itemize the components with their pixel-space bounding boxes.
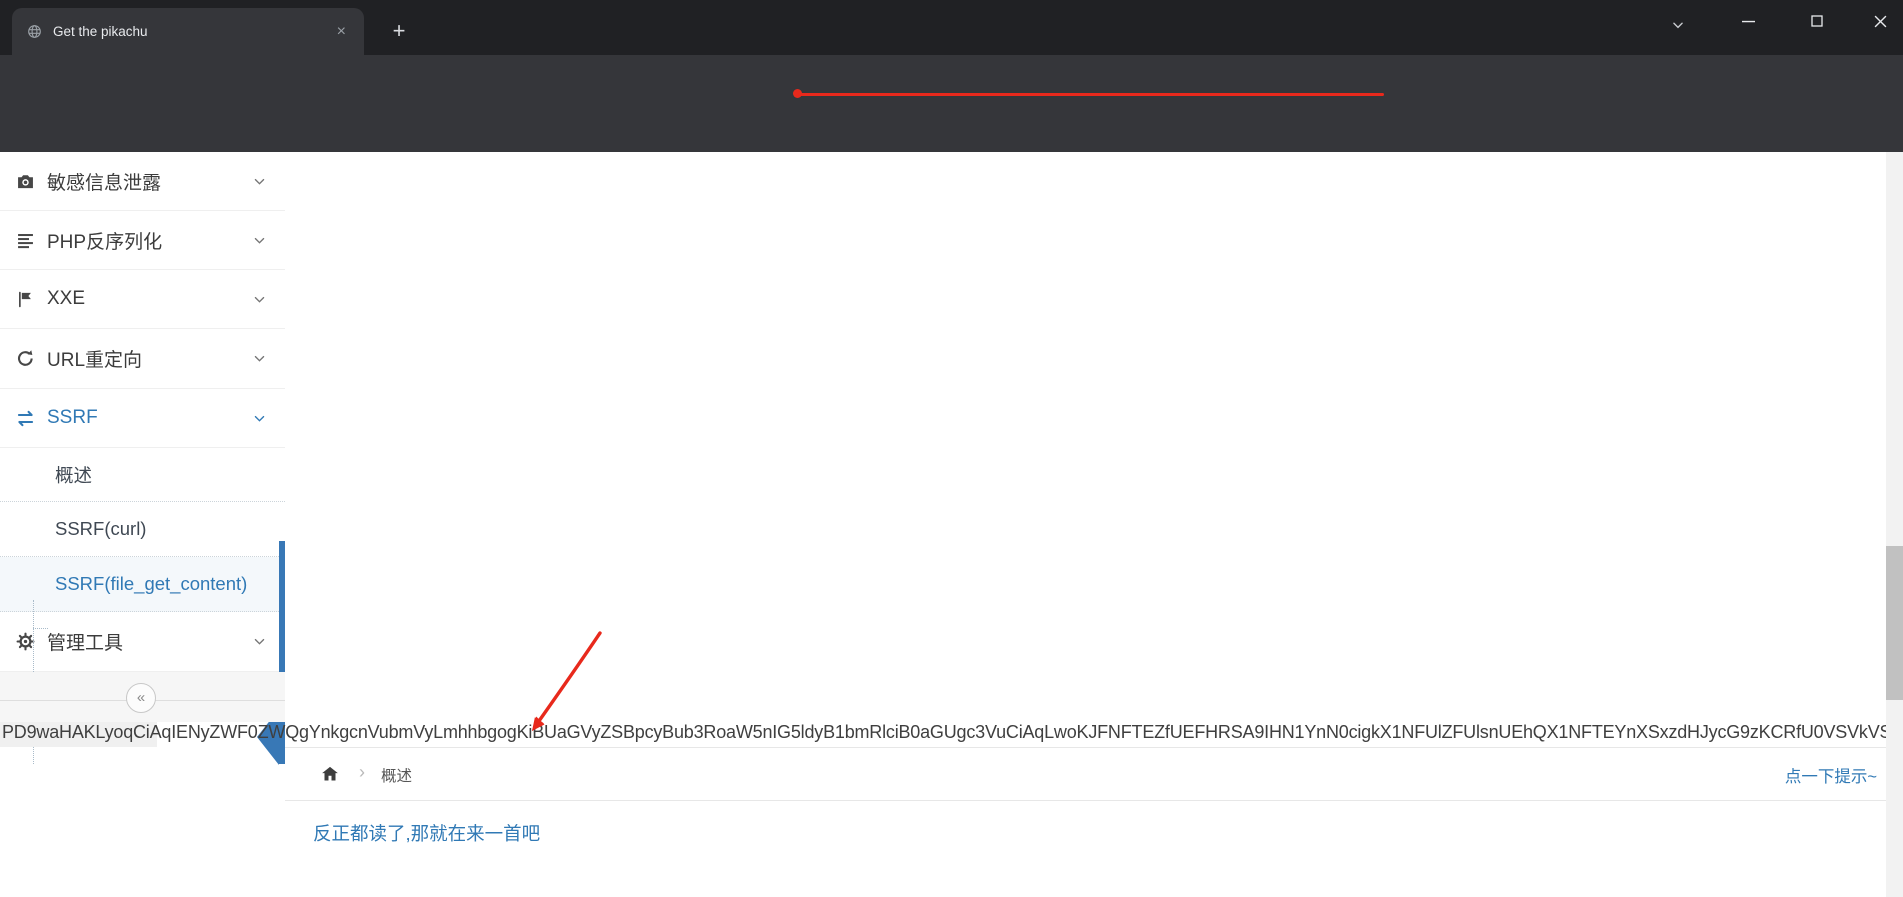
- sidebar-item-label: PHP反序列化: [47, 231, 163, 253]
- window-minimize-button[interactable]: [1725, 0, 1771, 42]
- tab-close-icon[interactable]: ×: [329, 23, 354, 41]
- sidebar-item-ssrf[interactable]: SSRF: [0, 389, 285, 448]
- tab-search-chevron-icon[interactable]: [1658, 8, 1698, 42]
- sidebar-item-admin-tools[interactable]: 管理工具: [0, 612, 285, 672]
- sidebar-item-label: 管理工具: [47, 633, 124, 654]
- flag-icon: [15, 289, 36, 310]
- chevron-down-icon: [252, 351, 267, 366]
- sidebar-item-xxe[interactable]: XXE: [0, 270, 285, 329]
- chevron-down-icon: [252, 411, 267, 426]
- camera-icon: [15, 171, 36, 192]
- sidebar-item-php-deserialize[interactable]: PHP反序列化: [0, 211, 285, 270]
- browser-tab[interactable]: Get the pikachu ×: [12, 8, 364, 55]
- sidebar-menu: 敏感信息泄露 PHP反序列化 XXE URL重定向 SSRF 概述 SSRF(c…: [0, 152, 285, 672]
- hint-link[interactable]: 点一下提示~: [1785, 763, 1877, 787]
- submenu-item-ssrf-curl[interactable]: SSRF(curl): [0, 502, 285, 557]
- sidebar-item-info-leak[interactable]: 敏感信息泄露: [0, 152, 285, 211]
- submenu-item-label: SSRF(file_get_content): [55, 573, 248, 594]
- submenu-item-overview[interactable]: 概述: [0, 448, 285, 502]
- sidebar-item-label: XXE: [47, 288, 86, 309]
- scrollbar-track[interactable]: [1886, 152, 1903, 897]
- browser-toolbar: 不安全 | 192.168.23.128/pikachu/vul/ssrf/ss…: [0, 55, 1903, 154]
- base64-output-text: PD9waHAKLyoqCiAqIENyZWF0ZWQgYnkgcnVubmVy…: [2, 722, 1903, 742]
- window-close-button[interactable]: [1857, 0, 1903, 42]
- content-poem-link[interactable]: 反正都读了,那就在来一首吧: [313, 820, 540, 846]
- submenu-item-label: 概述: [55, 464, 93, 486]
- annotation-underline: [798, 93, 1384, 96]
- tree-connector: [33, 628, 48, 629]
- breadcrumb-separator: ›: [359, 762, 365, 782]
- sidebar-item-label: SSRF: [47, 407, 98, 428]
- breadcrumb-home-icon[interactable]: [320, 764, 340, 784]
- sidebar-item-url-redirect[interactable]: URL重定向: [0, 329, 285, 389]
- swap-arrows-icon: [15, 408, 36, 429]
- window-maximize-button[interactable]: [1794, 0, 1840, 42]
- sidebar-item-label: 敏感信息泄露: [47, 172, 162, 194]
- list-icon: [15, 230, 36, 251]
- new-tab-button[interactable]: +: [382, 14, 416, 48]
- breadcrumb-current: 概述: [381, 768, 413, 785]
- chevron-down-icon: [252, 292, 267, 307]
- submenu-item-label: SSRF(curl): [55, 518, 147, 539]
- sidebar-item-label: URL重定向: [47, 350, 143, 371]
- scrollbar-thumb[interactable]: [1886, 546, 1903, 700]
- submenu-item-ssrf-fgc[interactable]: SSRF(file_get_content): [0, 557, 285, 612]
- tab-title: Get the pikachu: [53, 24, 148, 39]
- breadcrumb-bar: › 概述 点一下提示~: [285, 747, 1903, 801]
- tab-strip: Get the pikachu × +: [0, 0, 1903, 55]
- bookmarks-bar: Gmail YouTube 地图 翻墙 破解软件论坛 学习博客 工作查找 Liv…: [0, 104, 1903, 241]
- chevron-down-icon: [252, 634, 267, 649]
- redirect-refresh-icon: [15, 348, 36, 369]
- annotation-arrow: [532, 631, 602, 731]
- tab-favicon-globe-icon: [26, 23, 43, 40]
- page-content: 敏感信息泄露 PHP反序列化 XXE URL重定向 SSRF 概述 SSRF(c…: [0, 152, 1903, 897]
- chevron-down-icon: [252, 233, 267, 248]
- chevron-down-icon: [252, 174, 267, 189]
- sidebar-collapse-button[interactable]: «: [126, 683, 156, 713]
